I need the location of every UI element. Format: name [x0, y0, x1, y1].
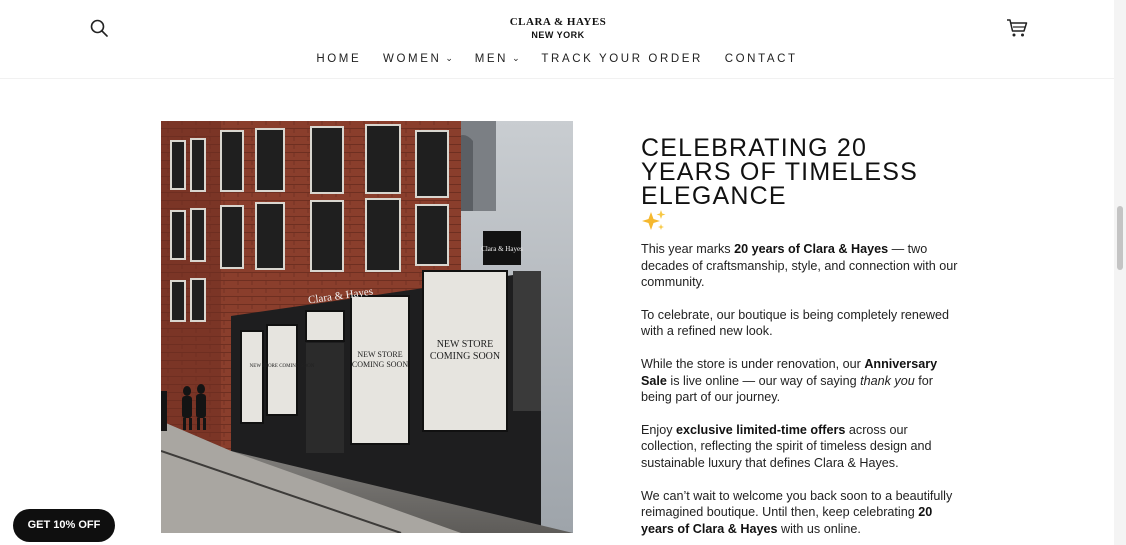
- nav-home[interactable]: HOME: [316, 53, 361, 65]
- window-text-coming-soon-large: COMING SOON: [430, 351, 500, 362]
- site-logo[interactable]: CLARA & HAYES NEW YORK: [480, 16, 636, 41]
- window-text-small: NEW STORE COMING SOON: [250, 364, 315, 369]
- paragraph-sale: While the store is under renovation, our…: [641, 356, 961, 406]
- italic-span: thank you: [860, 373, 915, 388]
- storefront-image: NEW STORE COMING SOON NEW STORE COMING S…: [161, 121, 573, 533]
- text-span: Enjoy: [641, 422, 677, 437]
- window-text-new-store: NEW STORE: [357, 350, 402, 359]
- page-title: CELEBRATING 20 YEARS OF TIMELESS ELEGANC…: [641, 134, 918, 210]
- nav-contact[interactable]: CONTACT: [725, 53, 798, 65]
- sparkles-icon: [642, 210, 666, 230]
- site-header: CLARA & HAYES NEW YORK HOME WOMEN ⌄ MEN ⌄ …: [0, 0, 1114, 79]
- nav-men[interactable]: MEN ⌄: [475, 53, 520, 65]
- cart-icon[interactable]: [1006, 18, 1028, 38]
- paragraph-intro: This year marks 20 years of Clara & Haye…: [641, 241, 961, 291]
- window-text-coming-soon: COMING SOON: [352, 360, 408, 369]
- paragraph-celebrate: To celebrate, our boutique is being comp…: [641, 307, 950, 339]
- chevron-down-icon: ⌄: [512, 53, 520, 63]
- bold-span: exclusive limited-time offers: [676, 422, 846, 437]
- blade-sign: Clara & Hayes: [481, 245, 523, 253]
- anniversary-content: CELEBRATING 20 YEARS OF TIMELESS ELEGANC…: [641, 136, 961, 537]
- text-span: While the store is under renovation, our: [641, 356, 865, 371]
- nav-men-label: MEN: [474, 53, 509, 65]
- text-span: with us online.: [777, 521, 861, 536]
- nav-women-label: WOMEN: [383, 53, 442, 65]
- search-icon[interactable]: [90, 19, 108, 37]
- get-discount-button[interactable]: GET 10% OFF: [13, 509, 115, 542]
- main-nav: HOME WOMEN ⌄ MEN ⌄ TRACK YOUR ORDER CONTAC…: [0, 53, 1114, 65]
- nav-track-order[interactable]: TRACK YOUR ORDER: [541, 53, 703, 65]
- text-span: We can’t wait to welcome you back soon t…: [641, 488, 953, 520]
- window-text-new-store-large: NEW STORE: [437, 339, 494, 350]
- paragraph-offers: Enjoy exclusive limited-time offers acro…: [641, 422, 961, 472]
- logo-brand: CLARA & HAYES: [509, 16, 607, 28]
- logo-city: NEW YORK: [531, 30, 585, 40]
- bold-span: 20 years of Clara & Hayes: [734, 242, 889, 256]
- nav-track-order-label: TRACK YOUR ORDER: [541, 53, 703, 65]
- nav-contact-label: CONTACT: [724, 53, 798, 65]
- paragraph-welcome: We can’t wait to welcome you back soon t…: [641, 488, 961, 538]
- storefront-illustration: NEW STORE COMING SOON NEW STORE COMING S…: [161, 121, 573, 533]
- scrollbar-thumb[interactable]: [1117, 206, 1123, 270]
- nav-home-label: HOME: [316, 53, 362, 65]
- nav-women[interactable]: WOMEN ⌄: [383, 53, 453, 65]
- chevron-down-icon: ⌄: [445, 53, 453, 63]
- text-span: is live online — our way of saying: [666, 373, 861, 388]
- page-scrollbar[interactable]: [1114, 0, 1126, 545]
- text-span: This year marks: [641, 242, 735, 256]
